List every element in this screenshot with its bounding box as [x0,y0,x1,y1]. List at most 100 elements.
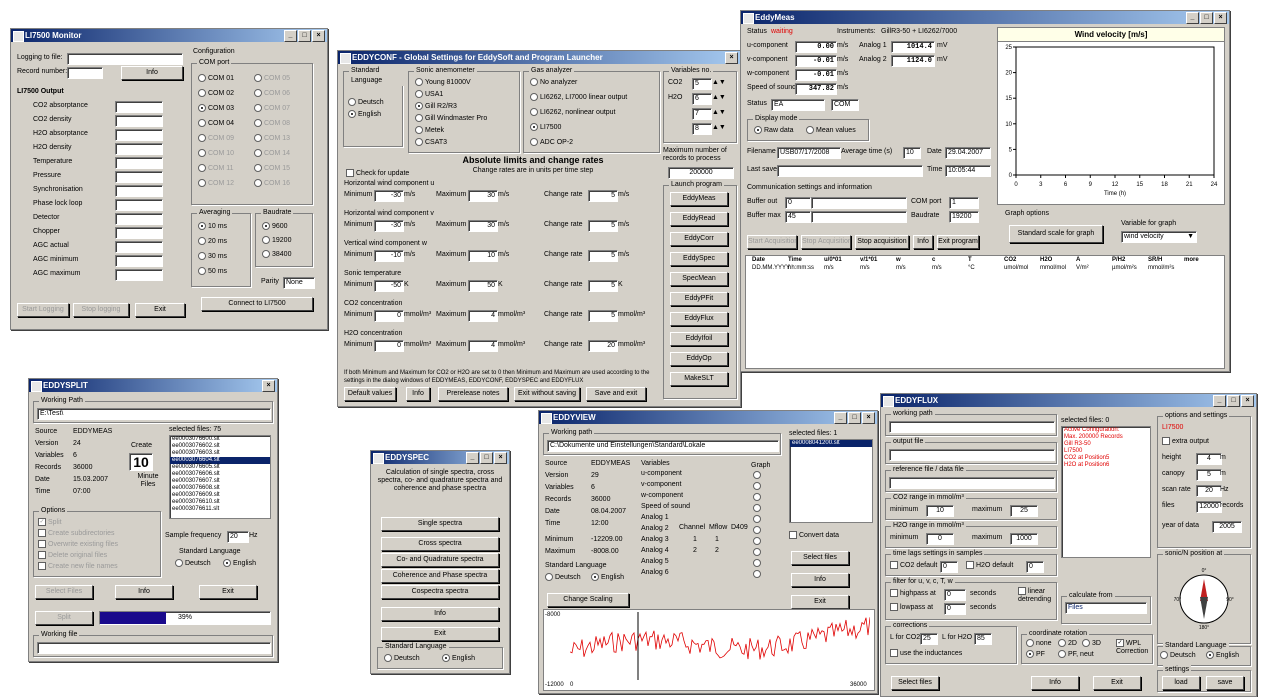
load-settings-button[interactable]: load [1162,676,1200,690]
lang-english-radio[interactable]: English [1206,651,1239,661]
meas-button[interactable]: Exit program [937,235,979,249]
info-button[interactable]: Info [121,66,183,80]
averaging-radio[interactable]: 30 ms [198,252,227,262]
sonic-radio[interactable]: Young 81000V [415,78,471,88]
coord-radio[interactable]: 2D [1058,639,1077,649]
connect-button[interactable]: Connect to LI7500 [201,297,313,311]
file-item[interactable]: ee0003076605.slt [170,464,270,471]
minimize-icon[interactable]: _ [834,412,847,424]
com-radio-com14[interactable]: COM 14 [254,149,290,159]
lang-deutsch-radio[interactable]: Deutsch [384,654,420,664]
sonic-radio[interactable]: Gill Windmaster Pro [415,114,487,124]
spec-button[interactable]: Single spectra [381,517,499,531]
lang-radio[interactable]: English [348,110,381,120]
wpl-checkbox[interactable]: ✓ WPL Correction [1116,639,1150,656]
sonic-radio[interactable]: Metek [415,126,444,136]
opt-field[interactable]: 20 [1196,485,1222,497]
bottom-button[interactable]: Exit without saving [514,387,580,401]
limit-cr-field[interactable]: 5 [588,310,618,322]
info-button[interactable]: Info [1031,676,1079,690]
com-radio-com01[interactable]: COM 01 [198,74,234,84]
graph-radio[interactable] [753,493,761,501]
launch-makeslt-button[interactable]: MakeSLT [670,372,728,386]
spec-button[interactable]: Cospectra spectra [381,585,499,599]
filter-field[interactable]: 0 [944,589,966,601]
limit-max-field[interactable]: 4 [468,340,498,352]
comport-field[interactable]: 1 [949,197,979,209]
file-item[interactable]: ee0003076604.slt [170,457,270,464]
com-radio-com03[interactable]: COM 03 [198,104,234,114]
spin-arrows-icon[interactable]: ▲▼ [712,123,726,133]
variable-spinner[interactable]: 6 [692,93,712,105]
limit-cr-field[interactable]: 5 [588,220,618,232]
filter-field[interactable]: 0 [944,603,966,615]
year-field[interactable]: 2005 [1212,521,1242,533]
launch-eddymeas-button[interactable]: EddyMeas [670,192,728,206]
minimize-icon[interactable]: _ [1186,12,1199,24]
baud-radio[interactable]: 38400 [262,250,291,260]
detrend-checkbox[interactable]: linear detrending [1018,587,1052,604]
coord-radio[interactable]: 3D [1082,639,1101,649]
lang-deutsch-radio[interactable]: Deutsch [1160,651,1196,661]
minimize-icon[interactable]: _ [466,452,479,464]
limit-max-field[interactable]: 4 [468,310,498,322]
var-graph-select[interactable]: wind velocity ▼ [1121,231,1197,243]
limit-cr-field[interactable]: 5 [588,190,618,202]
close-icon[interactable]: × [262,380,275,392]
exit-button[interactable]: Exit [135,303,185,317]
select-files-button[interactable]: Select Files [35,585,93,599]
save-settings-button[interactable]: save [1206,676,1244,690]
co2-default-checkbox[interactable]: CO2 default [890,561,937,571]
gas-radio[interactable]: LI6262, LI7000 linear output [530,93,627,103]
graph-radio[interactable] [753,482,761,490]
gas-radio[interactable]: LI6262, nonlinear output [530,108,616,118]
graph-radio[interactable] [753,515,761,523]
parity-select[interactable]: None [283,277,315,289]
maxrec-field[interactable]: 200000 [668,167,734,179]
gas-radio[interactable]: No analyzer [530,78,577,88]
inductance-checkbox[interactable]: use the inductances [890,649,962,659]
variable-spinner[interactable]: 7 [692,108,712,120]
launch-eddycorr-button[interactable]: EddyCorr [670,232,728,246]
variable-spinner[interactable]: 5 [692,78,712,90]
spec-button[interactable]: Exit [381,627,499,641]
avg-field[interactable]: 10 [903,147,921,159]
spin-arrows-icon[interactable]: ▲▼ [712,78,726,88]
filename-field[interactable]: USB07/17/2008 [777,147,841,159]
bottom-button[interactable]: Default values [344,387,396,401]
stop-logging-button[interactable]: Stop logging [73,303,129,317]
lang-english-radio[interactable]: English [223,559,256,569]
files-list[interactable]: ee0008041200.slt [789,439,873,523]
log-list[interactable]: Active Configuration: Max. 200000 Records… [1061,426,1151,558]
launch-eddyspec-button[interactable]: EddySpec [670,252,728,266]
spin-arrows-icon[interactable]: ▲▼ [712,108,726,118]
com-radio-com16[interactable]: COM 16 [254,179,290,189]
averaging-radio[interactable]: 20 ms [198,237,227,247]
raw-data-radio[interactable]: Raw data [754,126,794,136]
file-item[interactable]: ee0003076603.slt [170,450,270,457]
close-icon[interactable]: × [312,30,325,42]
meas-button[interactable]: Stop Acquisition [801,235,851,249]
maximize-icon[interactable]: □ [848,412,861,424]
graph-radio[interactable] [753,559,761,567]
limit-max-field[interactable]: 50 [468,280,498,292]
variable-spinner[interactable]: 8 [692,123,712,135]
limit-max-field[interactable]: 30 [468,220,498,232]
co2-default-field[interactable]: 0 [940,561,958,573]
limit-min-field[interactable]: 0 [374,310,404,322]
com-radio-com05[interactable]: COM 05 [254,74,290,84]
limit-min-field[interactable]: -30 [374,190,404,202]
limit-max-field[interactable]: 30 [468,190,498,202]
com-radio-com10[interactable]: COM 10 [198,149,234,159]
option-checkbox[interactable]: Create subdirectories [38,529,115,539]
h2o-default-checkbox[interactable]: H2O default [966,561,1013,571]
maximize-icon[interactable]: □ [480,452,493,464]
com-radio-com11[interactable]: COM 11 [198,164,234,174]
sonic-radio[interactable]: Gill R2/R3 [415,102,457,112]
calculate-from-select[interactable]: Files [1065,602,1147,614]
option-checkbox[interactable]: Delete original files [38,551,107,561]
baud-radio[interactable]: 19200 [262,236,291,246]
com-radio-com09[interactable]: COM 09 [198,134,234,144]
file-item[interactable]: ee0003076602.slt [170,443,270,450]
file-item[interactable]: ee0003076606.slt [170,471,270,478]
